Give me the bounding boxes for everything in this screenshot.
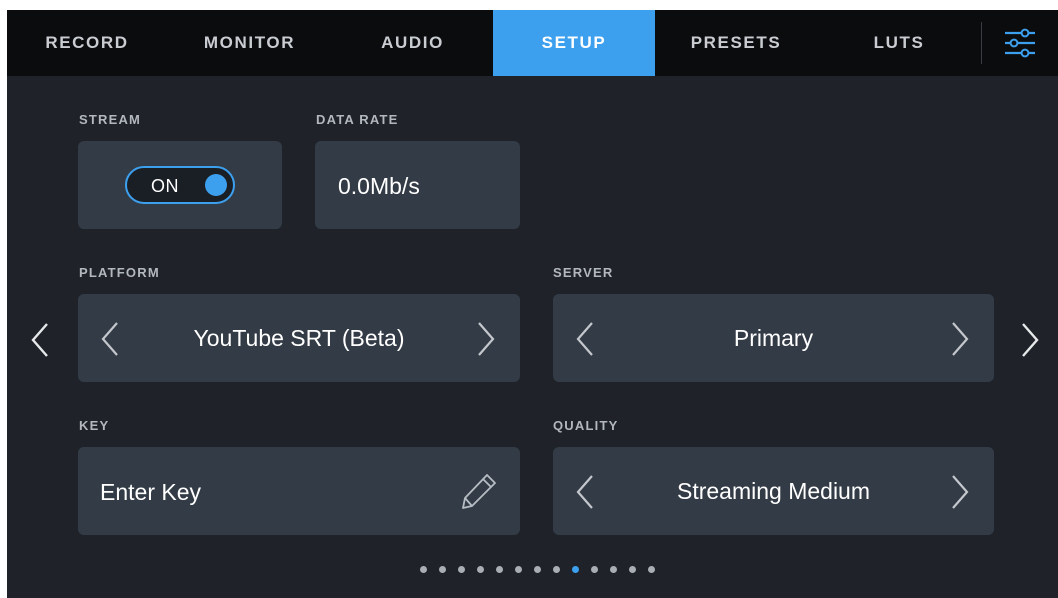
chevron-right-icon <box>952 475 969 509</box>
chevron-right-icon <box>478 322 495 356</box>
key-placeholder: Enter Key <box>100 479 201 505</box>
page-dot[interactable] <box>629 566 636 573</box>
data-rate-label: DATA RATE <box>316 112 399 127</box>
platform-selector: YouTube SRT (Beta) <box>78 294 520 382</box>
page-prev-button[interactable] <box>29 320 53 365</box>
stream-label: STREAM <box>79 112 142 127</box>
quality-next-button[interactable] <box>948 473 972 516</box>
page-indicator <box>7 566 1058 576</box>
platform-label: PLATFORM <box>79 265 160 280</box>
quality-value: Streaming Medium <box>676 478 871 504</box>
tab-bar: RECORD MONITOR AUDIO SETUP PRESETS LUTS <box>7 10 1058 76</box>
page-dot[interactable] <box>477 566 484 573</box>
data-rate-value: 0.0Mb/s <box>338 173 420 199</box>
chevron-right-icon <box>952 322 969 356</box>
stream-toggle[interactable]: ON <box>125 166 235 204</box>
page-dot[interactable] <box>553 566 560 573</box>
page-dot[interactable] <box>439 566 446 573</box>
page-next-button[interactable] <box>1017 320 1041 365</box>
toggle-knob <box>205 174 227 196</box>
sliders-icon <box>1005 28 1035 58</box>
edit-key-button[interactable] <box>460 472 498 515</box>
tab-luts[interactable]: LUTS <box>817 10 981 76</box>
page-dot[interactable] <box>458 566 465 573</box>
server-value: Primary <box>733 325 814 351</box>
tab-audio[interactable]: AUDIO <box>332 10 493 76</box>
pencil-icon <box>462 474 496 509</box>
page-dot[interactable] <box>515 566 522 573</box>
data-rate-panel: 0.0Mb/s <box>315 141 520 229</box>
settings-button[interactable] <box>982 10 1058 76</box>
page-dot[interactable] <box>534 566 541 573</box>
page-dot[interactable] <box>591 566 598 573</box>
tab-monitor[interactable]: MONITOR <box>167 10 332 76</box>
chevron-right-icon <box>1022 323 1039 357</box>
tab-presets[interactable]: PRESETS <box>655 10 817 76</box>
server-next-button[interactable] <box>948 320 972 363</box>
page-dot[interactable] <box>572 566 579 573</box>
server-label: SERVER <box>553 265 614 280</box>
page-dot[interactable] <box>420 566 427 573</box>
stream-toggle-text: ON <box>151 176 179 196</box>
key-label: KEY <box>79 418 110 433</box>
chevron-left-icon <box>31 323 48 357</box>
key-field[interactable]: Enter Key <box>78 447 520 535</box>
tab-setup[interactable]: SETUP <box>493 10 655 76</box>
server-selector: Primary <box>553 294 994 382</box>
page-dot[interactable] <box>610 566 617 573</box>
stream-panel: ON <box>78 141 282 229</box>
platform-next-button[interactable] <box>474 320 498 363</box>
page-dot[interactable] <box>496 566 503 573</box>
tab-record[interactable]: RECORD <box>7 10 167 76</box>
platform-value: YouTube SRT (Beta) <box>193 325 405 351</box>
quality-selector: Streaming Medium <box>553 447 994 535</box>
quality-label: QUALITY <box>553 418 619 433</box>
page-dot[interactable] <box>648 566 655 573</box>
screen: RECORD MONITOR AUDIO SETUP PRESETS LUTS <box>7 10 1058 598</box>
